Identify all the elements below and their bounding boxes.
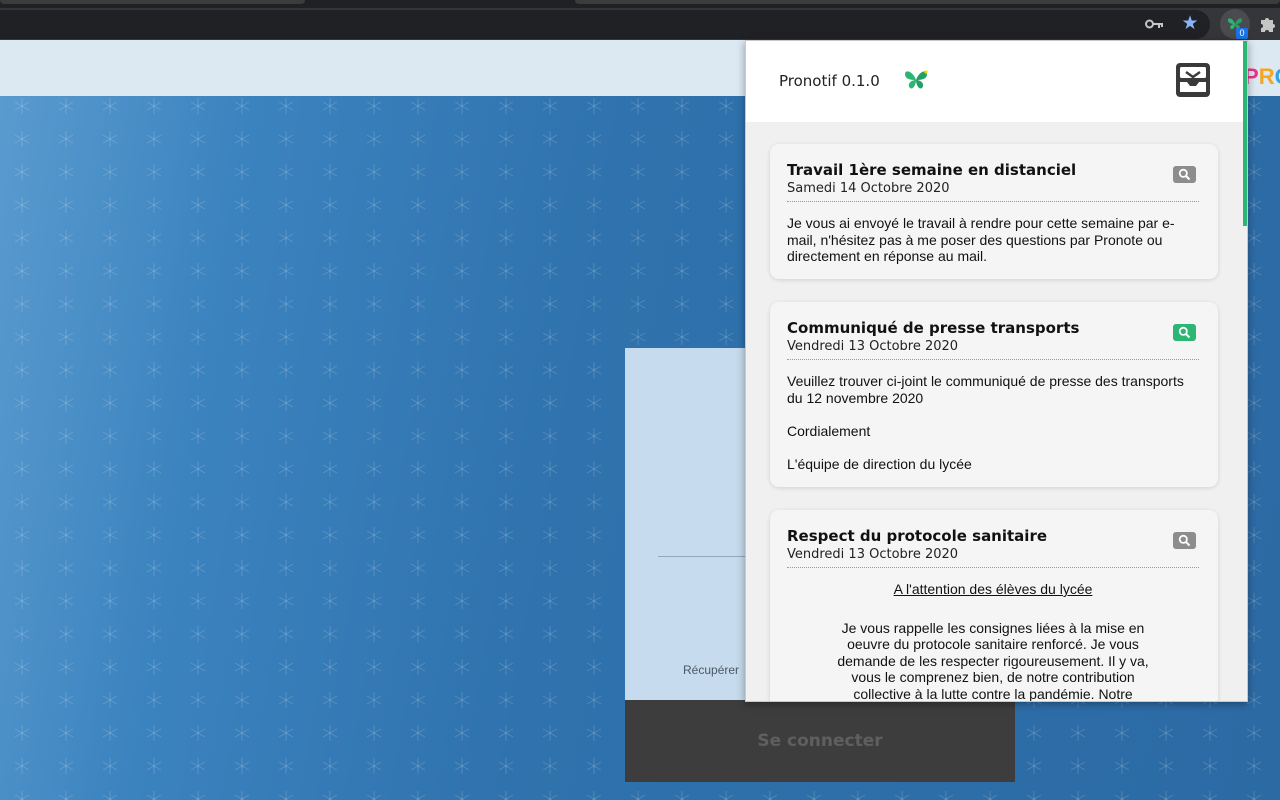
card-separator [787,359,1199,360]
popup-header: Pronotif 0.1.0 [746,41,1247,122]
notification-card: Travail 1ère semaine en distanciel Samed… [770,144,1218,279]
card-title: Respect du protocole sanitaire [787,527,1048,545]
login-field-underline [658,556,745,557]
card-body: Je vous ai envoyé le travail à rendre po… [787,215,1199,281]
card-title: Communiqué de presse transports [787,319,1080,337]
card-body: A l'attention des élèves du lycée Je vou… [787,581,1199,702]
card-title: Travail 1ère semaine en distanciel [787,161,1077,179]
notification-card: Communiqué de presse transports Vendredi… [770,302,1218,487]
login-panel [625,348,745,700]
browser-tab[interactable] [0,0,305,4]
site-logo: PRO [1244,64,1280,89]
extension-badge: 0 [1236,28,1248,39]
recover-password-link[interactable]: Récupérer [683,663,739,677]
card-paragraph: Veuillez trouver ci-joint le communiqué … [787,373,1184,406]
card-body: Veuillez trouver ci-joint le communiqué … [787,373,1199,489]
card-paragraph: Cordialement [787,422,871,439]
popup-scrollbar-thumb[interactable] [1243,41,1247,226]
connect-button[interactable]: Se connecter [625,700,1015,782]
card-date: Vendredi 13 Octobre 2020 [787,547,959,562]
card-paragraph: Je vous rappelle les consignes liées à l… [837,619,1149,702]
magnify-button[interactable] [1173,532,1196,549]
browser-toolbar: ★ 0 [0,8,1280,40]
butterfly-icon [905,70,928,89]
card-separator [787,567,1199,568]
card-paragraph: L'équipe de direction du lycée [787,455,972,472]
tab-strip [0,0,1280,8]
magnifier-icon [1178,168,1191,181]
popup-title: Pronotif 0.1.0 [779,72,880,90]
extensions-puzzle-icon[interactable] [1256,12,1280,36]
notification-feed[interactable]: Travail 1ère semaine en distanciel Samed… [746,122,1243,702]
magnifier-icon [1178,326,1191,339]
magnify-button[interactable] [1173,324,1196,341]
browser-tab[interactable] [575,0,1280,4]
pronotif-extension-button[interactable]: 0 [1220,9,1250,39]
card-heading: A l'attention des élèves du lycée [893,581,1093,597]
key-icon[interactable] [1142,12,1166,36]
card-date: Vendredi 13 Octobre 2020 [787,339,959,354]
inbox-icon[interactable] [1175,62,1211,98]
extension-popup: Pronotif 0.1.0 Travail 1ère semaine en d… [745,40,1248,702]
card-separator [787,201,1199,202]
notification-card: Respect du protocole sanitaire Vendredi … [770,510,1218,702]
card-date: Samedi 14 Octobre 2020 [787,181,950,196]
bookmark-star-icon[interactable]: ★ [1178,12,1202,36]
magnify-button[interactable] [1173,166,1196,183]
address-bar[interactable] [0,10,1210,39]
magnifier-icon [1178,534,1191,547]
card-paragraph: Je vous ai envoyé le travail à rendre po… [787,215,1175,264]
